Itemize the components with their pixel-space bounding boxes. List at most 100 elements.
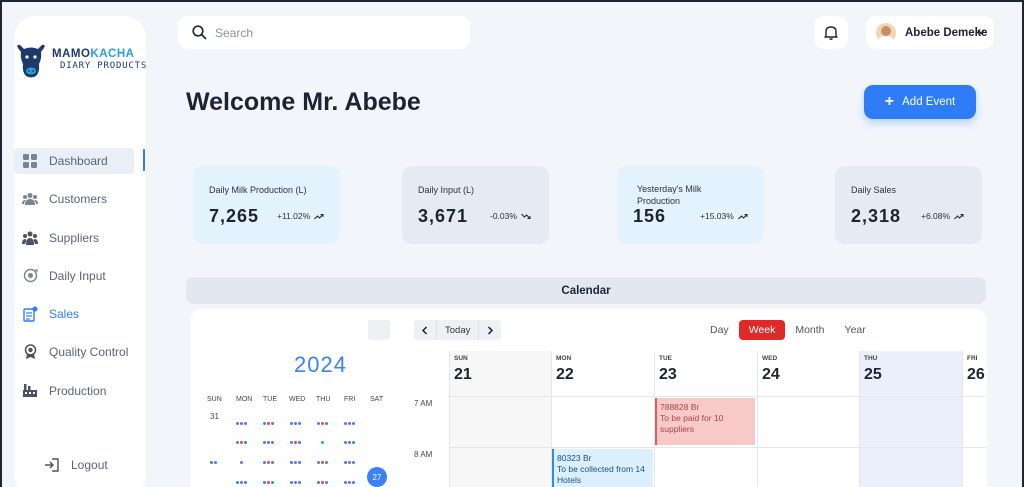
stat-card-value: 7,265 xyxy=(209,206,260,226)
hour-line xyxy=(449,447,987,448)
trend-up-icon xyxy=(954,213,964,219)
sidebar-item-dashboard[interactable]: Dashboard xyxy=(14,148,134,174)
stat-card-change: +6.08% xyxy=(921,211,964,221)
brand-logo[interactable]: MAMOKACHA DIARY PRODUCTS xyxy=(14,42,146,82)
sidebar: MAMOKACHA DIARY PRODUCTS Dashboard Custo… xyxy=(14,16,146,487)
day-number: 24 xyxy=(762,366,780,383)
input-cycle-icon xyxy=(22,268,38,284)
brand-subtitle: DIARY PRODUCTS xyxy=(60,61,148,71)
mini-weekday: SAT xyxy=(370,396,384,403)
brand-name: MAMOKACHA xyxy=(52,48,134,60)
user-profile-menu[interactable]: Abebe Demeke xyxy=(866,16,994,49)
calendar-event[interactable]: 80323 Br To be collected from 14 Hotels xyxy=(552,449,653,487)
avatar xyxy=(876,22,896,43)
stat-card-change: +15.03% xyxy=(700,211,748,221)
next-week-button[interactable] xyxy=(479,320,502,340)
sidebar-item-suppliers[interactable]: Suppliers xyxy=(14,225,146,251)
stat-card-change: +11.02% xyxy=(277,211,324,221)
cow-logo-icon xyxy=(17,44,45,78)
mini-calendar-day[interactable]: 31 xyxy=(210,412,219,421)
stat-card-value: 3,671 xyxy=(418,206,469,226)
search-icon xyxy=(192,25,207,40)
logout-button[interactable]: Logout xyxy=(44,458,108,472)
add-event-button[interactable]: + Add Event xyxy=(864,85,976,119)
day-column-sun[interactable]: SUN 21 xyxy=(449,351,551,487)
calendar-view-switcher: Day Week Month Year xyxy=(700,320,876,340)
prev-week-button[interactable] xyxy=(414,320,436,340)
event-amount: 788828 Br xyxy=(660,402,700,412)
sidebar-item-label: Customers xyxy=(49,192,108,207)
sidebar-item-daily-input[interactable]: Daily Input xyxy=(14,263,146,289)
day-column-fri[interactable]: FRI 26 xyxy=(962,351,987,487)
trend-down-icon xyxy=(521,213,531,219)
event-text: To be paid for 10 suppliers xyxy=(660,413,724,434)
view-week-button[interactable]: Week xyxy=(738,320,786,340)
mini-calendar-nav-button[interactable] xyxy=(368,320,390,340)
view-year-button[interactable]: Year xyxy=(835,320,876,340)
day-number: 23 xyxy=(659,366,677,383)
users-icon xyxy=(22,191,38,207)
brand-name-part2: KACHA xyxy=(90,48,135,60)
window-frame-top xyxy=(0,0,1024,2)
view-day-button[interactable]: Day xyxy=(700,320,739,340)
sidebar-item-customers[interactable]: Customers xyxy=(14,186,146,212)
stat-card-change-value: +6.08% xyxy=(921,211,951,221)
mini-weekday: WED xyxy=(289,396,306,403)
event-text: To be collected from 14 Hotels xyxy=(557,464,645,485)
time-label: 7 AM xyxy=(414,399,433,408)
mini-weekday: THU xyxy=(316,396,331,403)
time-label: 8 AM xyxy=(414,450,433,459)
day-number: 25 xyxy=(864,366,882,383)
sidebar-item-production[interactable]: Production xyxy=(14,378,146,404)
day-name: FRI xyxy=(967,355,978,362)
sidebar-nav: Dashboard Customers Suppliers Daily Inpu… xyxy=(14,148,146,416)
window-frame-left xyxy=(0,0,2,487)
award-icon xyxy=(22,344,38,360)
logout-icon xyxy=(45,458,59,472)
bell-icon xyxy=(824,26,838,40)
brand-name-part1: MAMO xyxy=(52,48,91,60)
search-input[interactable] xyxy=(215,25,435,40)
mini-calendar-today[interactable]: 27 xyxy=(367,467,387,487)
stat-card-yesterday-milk-production: Yesterday's Milk Production 156 +15.03% xyxy=(617,166,764,244)
sidebar-item-quality-control[interactable]: Quality Control xyxy=(14,339,146,365)
chevron-down-icon xyxy=(977,29,985,35)
day-column-wed[interactable]: WED 24 xyxy=(757,351,859,487)
stat-card-value: 2,318 xyxy=(851,206,902,226)
sidebar-item-label: Daily Input xyxy=(49,268,106,283)
mini-weekday: TUE xyxy=(263,396,277,403)
sidebar-item-sales[interactable]: Sales xyxy=(14,301,146,327)
mini-weekday: SUN xyxy=(207,396,222,403)
stat-card-change: -0.03% xyxy=(490,211,531,221)
event-amount: 80323 Br xyxy=(557,453,592,463)
day-number: 22 xyxy=(556,366,574,383)
stat-card-title: Daily Input (L) xyxy=(418,185,475,195)
week-navigation: Today xyxy=(414,320,502,340)
page-title: Welcome Mr. Abebe xyxy=(186,88,421,116)
mini-calendar-year: 2024 xyxy=(294,352,347,377)
calendar-title: Calendar xyxy=(561,284,611,297)
grid-icon xyxy=(22,153,38,169)
trend-up-icon xyxy=(737,213,748,219)
sidebar-item-label: Suppliers xyxy=(49,230,100,245)
week-grid: SUN 21 MON 22 TUE 23 WED 24 THU 25 FRI 2… xyxy=(449,351,987,487)
stat-card-change-value: +11.02% xyxy=(277,211,311,221)
plus-icon: + xyxy=(884,93,895,110)
notifications-button[interactable] xyxy=(814,16,848,49)
sidebar-item-label: Quality Control xyxy=(49,345,129,360)
stat-card-title: Daily Sales xyxy=(851,185,897,195)
active-nav-indicator xyxy=(143,149,145,171)
stat-card-daily-sales: Daily Sales 2,318 +6.08% xyxy=(835,166,982,244)
hour-line xyxy=(449,396,987,397)
day-name: MON xyxy=(556,355,572,362)
stat-card-title: Yesterday's Milk Production xyxy=(637,184,702,206)
today-button[interactable]: Today xyxy=(436,320,480,340)
stat-card-change-value: +15.03% xyxy=(700,211,734,221)
view-month-button[interactable]: Month xyxy=(785,320,834,340)
day-name: SUN xyxy=(454,355,468,362)
chevron-left-icon xyxy=(421,325,428,335)
stat-card-value: 156 xyxy=(633,206,667,226)
day-column-thu[interactable]: THU 25 xyxy=(859,351,962,487)
search-box[interactable] xyxy=(178,16,470,49)
calendar-event[interactable]: 788828 Br To be paid for 10 suppliers xyxy=(655,398,755,445)
